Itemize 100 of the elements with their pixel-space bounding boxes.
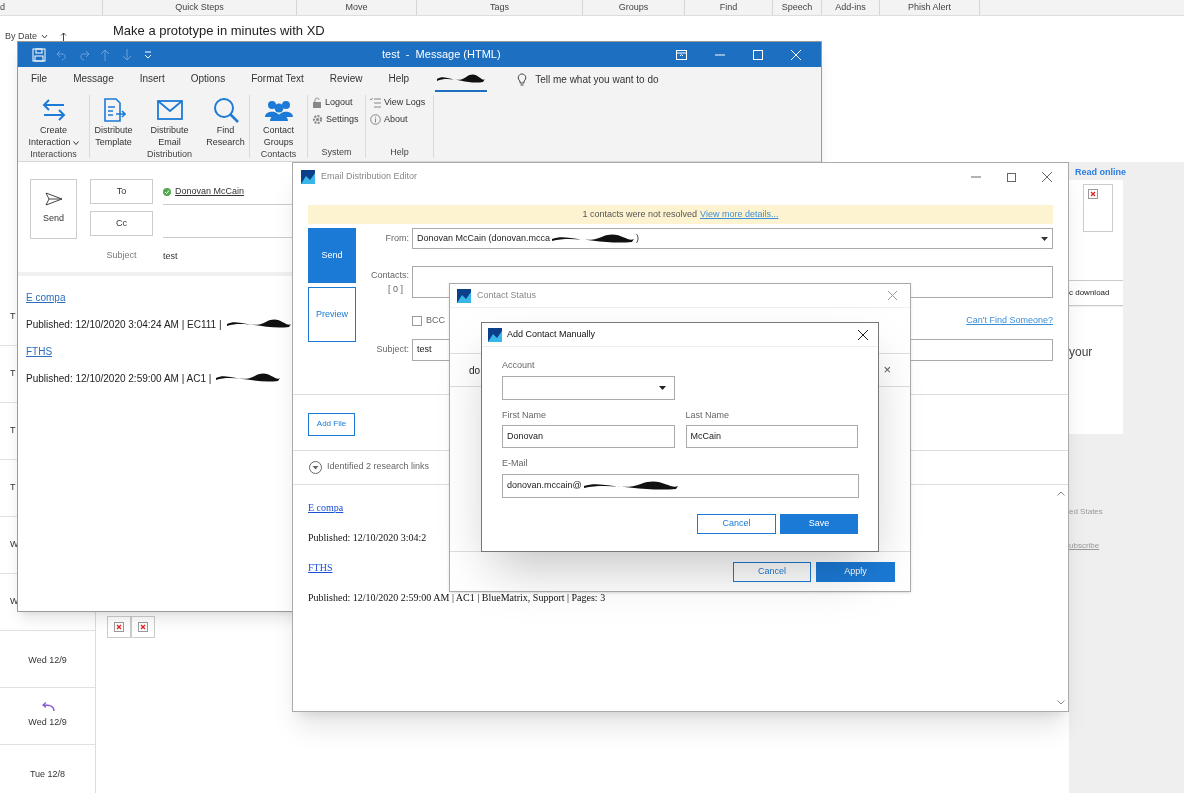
ribbon-tab[interactable]: Options	[190, 67, 226, 92]
redo-icon[interactable]	[78, 48, 90, 61]
caret-icon	[659, 385, 666, 390]
ribbon-group-label: Speech	[781, 0, 813, 14]
ribbon-tab[interactable]: Insert	[139, 67, 165, 92]
down-arrow-icon[interactable]	[122, 48, 132, 61]
first-name-field[interactable]: Donovan	[502, 425, 675, 448]
undo-icon[interactable]	[56, 48, 68, 61]
scroll-down-icon[interactable]	[1057, 700, 1065, 705]
redaction-mark	[435, 72, 488, 85]
message-date: Wed 12/9	[28, 654, 67, 668]
collapse-icon[interactable]	[309, 460, 322, 474]
search-icon	[212, 97, 239, 123]
save-icon[interactable]	[32, 47, 46, 62]
ribbon-tab[interactable]: Format Text	[251, 67, 304, 92]
ribbon-button[interactable]: Distribute Email	[142, 96, 197, 148]
ribbon-group-label: Phish Alert	[908, 0, 951, 14]
last-name-label: Last Name	[685, 408, 731, 422]
ribbon-button[interactable]: Create Interaction	[26, 96, 81, 148]
bcc-label: BCC	[426, 314, 445, 328]
sort-menu[interactable]: By Date	[5, 30, 37, 44]
ribbon-group-label: Tags	[490, 0, 509, 14]
customize-icon[interactable]	[144, 50, 152, 59]
ribbon-tab[interactable]: Review	[329, 67, 363, 92]
maximize-icon[interactable]	[1007, 172, 1016, 182]
read-online-link[interactable]: Read online	[1075, 166, 1126, 180]
ribbon-group-label: Contacts	[259, 148, 298, 160]
ribbon-group-label: Distribution	[146, 148, 193, 160]
email-field[interactable]: donovan.mccain@	[502, 473, 859, 498]
recipient-chip[interactable]: Donovan McCain	[175, 184, 245, 199]
envelope-icon	[156, 100, 183, 120]
redaction-mark	[214, 372, 283, 384]
send-button[interactable]: Send	[308, 228, 356, 283]
subject-label: Subject:	[375, 343, 410, 357]
close-icon[interactable]	[858, 329, 868, 340]
lock-icon	[312, 97, 322, 109]
from-dropdown[interactable]: Donovan McCain (donovan.mcca )	[412, 228, 1053, 249]
up-arrow-icon[interactable]	[100, 48, 110, 61]
contact-name: do	[469, 363, 481, 378]
chevron-icon	[41, 34, 48, 40]
message-date: Wed 12/9	[28, 716, 67, 730]
published-line: Published: 12/10/2020 2:59:00 AM | AC1 | BlueMatrix, Support | Pages: 3	[308, 590, 607, 605]
add-file-button[interactable]: Add File	[308, 412, 355, 436]
research-link[interactable]: E compa	[26, 289, 66, 305]
ribbon-button[interactable]: Distribute Template	[86, 96, 141, 148]
footer-text: ed States	[1069, 506, 1103, 518]
ribbon-button[interactable]: About	[370, 112, 433, 126]
ribbon-button[interactable]: Settings	[312, 112, 365, 126]
save-button[interactable]: Save	[780, 513, 858, 534]
ribbon-button[interactable]: View Logs	[370, 96, 433, 110]
ribbon-button[interactable]: Contact Groups	[251, 96, 306, 148]
window-title: test - Message (HTML)	[382, 47, 501, 63]
research-link[interactable]: E compa	[308, 499, 344, 515]
ribbon-tab[interactable]: Message	[73, 67, 114, 92]
published-line: Published: 12/10/2020 2:59:00 AM | AC1 |	[26, 371, 212, 386]
dialog-title: Contact Status	[477, 288, 537, 302]
contacts-count: [ 0 ]	[388, 282, 403, 296]
send-button[interactable]: Send	[30, 179, 77, 239]
people-icon	[264, 99, 293, 121]
preview-button[interactable]: Preview	[308, 287, 356, 342]
subject-field[interactable]: test	[163, 250, 178, 264]
ribbon-tab[interactable]: File	[31, 67, 48, 92]
message-preview: T	[10, 310, 16, 324]
apply-button[interactable]: Apply	[816, 561, 895, 582]
message-date: Tue 12/8	[29, 768, 66, 782]
to-button[interactable]: To	[90, 179, 153, 204]
send-icon	[44, 192, 63, 207]
remove-button[interactable]: ×	[883, 360, 891, 380]
ribbon-group-label: Move	[345, 0, 368, 14]
account-label: Account	[502, 359, 536, 372]
caret-icon	[1041, 236, 1048, 241]
ribbon-display-icon[interactable]	[676, 49, 687, 60]
download-link[interactable]: c download	[1069, 287, 1110, 299]
scroll-up-icon[interactable]	[1057, 490, 1065, 496]
ribbon-button[interactable]: Find Research	[198, 96, 253, 148]
resolved-check-icon	[163, 187, 171, 196]
cancel-button[interactable]: Cancel	[697, 513, 776, 534]
swap-arrows-icon	[40, 99, 67, 121]
bcc-checkbox[interactable]	[412, 316, 422, 326]
cancel-button[interactable]: Cancel	[733, 561, 811, 582]
broken-image-icon	[1088, 189, 1098, 199]
cant-find-link[interactable]: Can't Find Someone?	[966, 314, 1053, 328]
last-name-field[interactable]: McCain	[685, 425, 858, 448]
account-dropdown[interactable]	[502, 375, 675, 400]
app-icon	[457, 288, 471, 303]
checklist-icon	[370, 97, 381, 108]
cc-button[interactable]: Cc	[90, 211, 153, 236]
ribbon-tab[interactable]: Help	[388, 67, 410, 92]
message-preview: T	[10, 481, 16, 495]
email-label: E-Mail	[502, 457, 529, 470]
lightbulb-icon	[517, 73, 528, 86]
research-link[interactable]: FTHS	[308, 559, 333, 575]
broken-image-icon	[114, 622, 124, 632]
ribbon-group-label: Add-ins	[835, 0, 866, 14]
ribbon-button[interactable]: Logout	[312, 96, 365, 110]
message-preview: T	[10, 424, 16, 438]
tell-me-field[interactable]: Tell me what you want to do	[535, 72, 659, 87]
sort-arrow-icon[interactable]	[60, 32, 67, 42]
research-link[interactable]: FTHS	[26, 343, 53, 359]
first-name-label: First Name	[502, 408, 547, 422]
